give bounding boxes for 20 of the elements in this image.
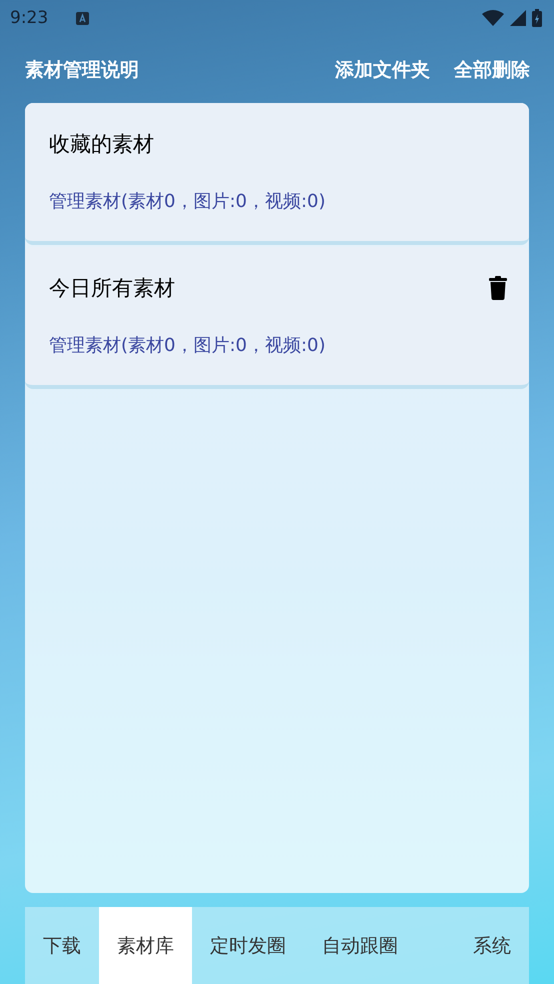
bottom-tab[interactable]: 下载 xyxy=(25,907,99,984)
bottom-tab[interactable]: 素材库 xyxy=(99,907,192,984)
battery-icon xyxy=(532,9,542,27)
bottom-tab[interactable]: 系统 xyxy=(455,907,529,984)
bottom-tab[interactable]: 自动跟圈 xyxy=(304,907,416,984)
folder-name: 收藏的素材 xyxy=(49,131,154,158)
header-action-button[interactable]: 添加文件夹 xyxy=(335,56,430,82)
delete-icon[interactable] xyxy=(489,276,507,300)
signal-icon xyxy=(510,10,526,26)
folder-summary-link[interactable]: 管理素材(素材0，图片:0，视频:0) xyxy=(49,333,507,357)
bottom-tab[interactable]: 定时发圈 xyxy=(192,907,304,984)
status-time: 9:23 xyxy=(10,8,48,28)
folder-name: 今日所有素材 xyxy=(49,275,175,302)
header-action-button[interactable]: 全部删除 xyxy=(454,56,530,82)
wifi-icon xyxy=(482,10,504,26)
folder-card[interactable]: 今日所有素材 管理素材(素材0，图片:0，视频:0) xyxy=(25,247,529,389)
help-link[interactable]: 素材管理说明 xyxy=(25,56,139,82)
folder-summary-link[interactable]: 管理素材(素材0，图片:0，视频:0) xyxy=(49,189,507,213)
folder-card[interactable]: 收藏的素材 管理素材(素材0，图片:0，视频:0) xyxy=(25,103,529,245)
keyboard-notification-icon xyxy=(76,12,90,24)
